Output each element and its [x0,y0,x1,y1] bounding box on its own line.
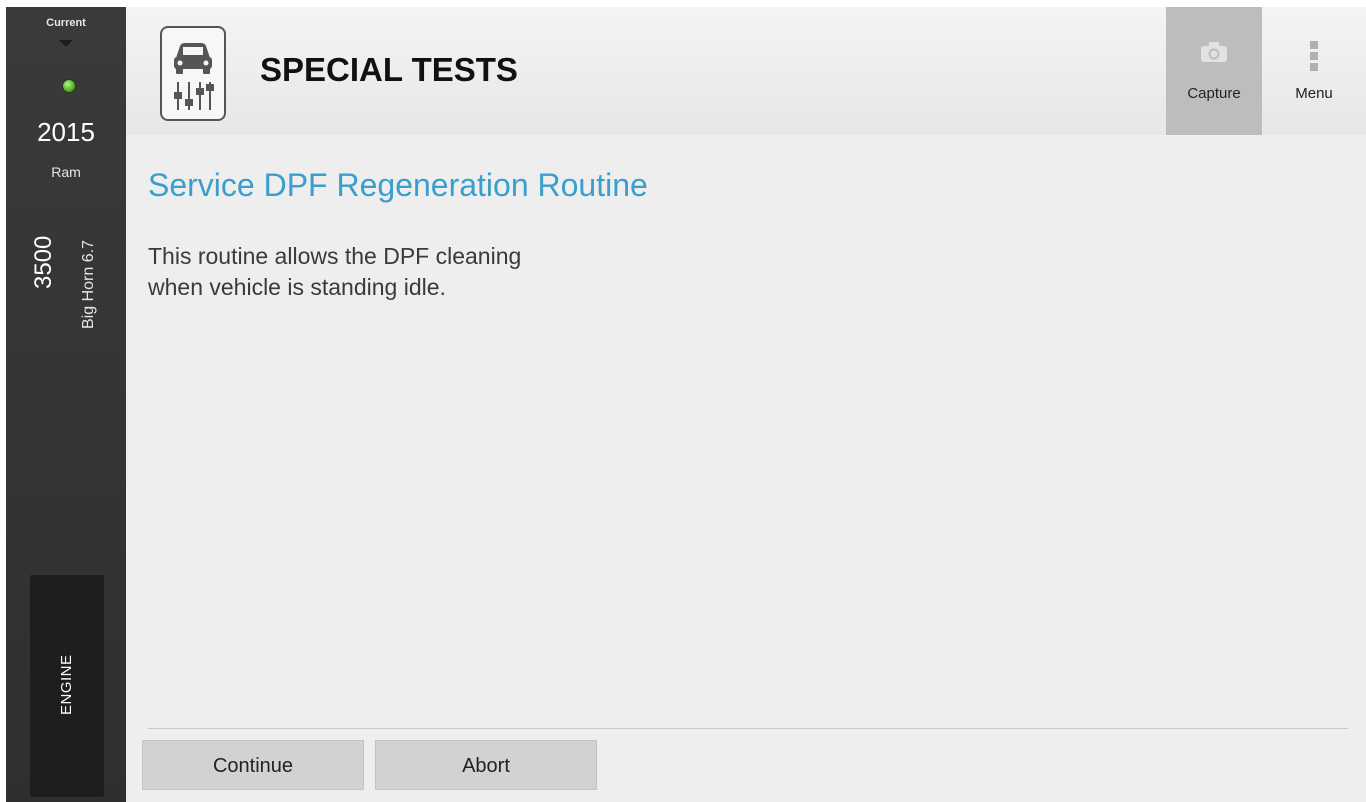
vertical-dots-icon [1310,41,1318,76]
vehicle-trim: Big Horn 6.7 [80,240,97,329]
routine-description: This routine allows the DPF cleaning whe… [148,243,522,300]
continue-button[interactable]: Continue [142,740,364,790]
vehicle-make: Ram [51,164,81,180]
footer-divider [148,728,1348,729]
vehicle-model: 3500 [30,235,57,289]
vehicle-sidebar: Current 2015 Ram 3500 Big Horn 6.7 ENGIN… [6,7,126,802]
app-frame: Current 2015 Ram 3500 Big Horn 6.7 ENGIN… [6,7,1366,802]
menu-label: Menu [1295,85,1333,102]
capture-button[interactable]: Capture [1166,7,1262,135]
system-tab-label: ENGINE [58,654,75,715]
page-title: Service DPF Regeneration Routine [148,167,648,203]
current-label: Current [46,17,86,29]
connection-status-led [62,79,76,93]
screen-title: SPECIAL TESTS [260,51,518,88]
header-bar: SPECIAL TESTS Capture Menu [126,7,1366,135]
menu-button[interactable]: Menu [1262,7,1366,135]
system-tab-engine[interactable]: ENGINE [30,575,104,797]
vehicle-year: 2015 [37,117,95,147]
abort-button[interactable]: Abort [375,740,597,790]
car-diagnostics-icon [160,26,226,121]
camera-icon [1200,41,1228,68]
main-content: Service DPF Regeneration Routine This ro… [126,135,1366,802]
current-notch [59,40,73,47]
capture-label: Capture [1187,85,1241,102]
